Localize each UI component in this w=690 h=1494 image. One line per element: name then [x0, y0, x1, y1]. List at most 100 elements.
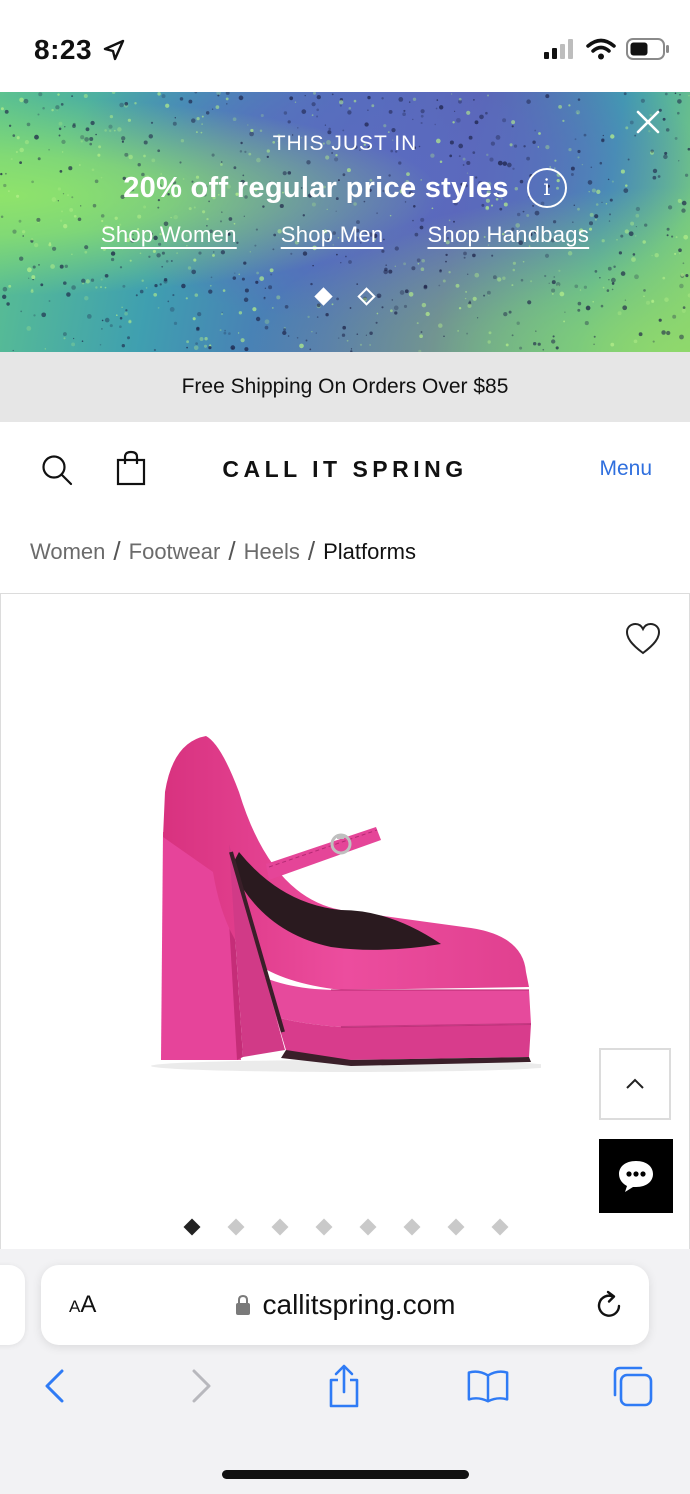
- promo-speckle-dot: [316, 108, 320, 112]
- promo-speckle-dot: [577, 98, 581, 101]
- promo-speckle-dot: [230, 345, 236, 350]
- scroll-to-top-button[interactable]: [599, 1048, 671, 1120]
- share-button[interactable]: [322, 1364, 366, 1408]
- image-dot-4[interactable]: [315, 1218, 333, 1236]
- book-icon: [467, 1370, 509, 1403]
- promo-speckle-dot: [674, 252, 677, 255]
- promo-speckle-dot: [186, 346, 188, 349]
- forward-button[interactable]: [180, 1364, 224, 1408]
- promo-speckle-dot: [388, 269, 393, 274]
- reload-icon[interactable]: [593, 1289, 625, 1321]
- promo-speckle-dot: [157, 307, 160, 309]
- breadcrumb-women[interactable]: Women: [30, 539, 105, 565]
- image-dot-6[interactable]: [403, 1218, 421, 1236]
- promo-speckle-dot: [316, 316, 319, 318]
- promo-speckle-dot: [170, 216, 172, 219]
- promo-speckle-dot: [577, 308, 581, 312]
- promo-speckle-dot: [512, 261, 517, 265]
- promo-speckle-dot: [10, 158, 13, 161]
- promo-speckle-dot: [42, 107, 45, 110]
- image-dot-2[interactable]: [227, 1218, 245, 1236]
- promo-dot-2[interactable]: [357, 287, 376, 306]
- promo-speckle-dot: [206, 217, 209, 221]
- shop-men-link[interactable]: Shop Men: [281, 222, 384, 248]
- promo-title: 20% off regular price styles: [123, 171, 509, 204]
- promo-speckle-dot: [381, 306, 384, 309]
- promo-speckle-dot: [611, 277, 616, 283]
- promo-speckle-dot: [371, 104, 375, 108]
- promo-speckle-dot: [548, 282, 550, 284]
- product-image-platform-heel[interactable]: [151, 732, 541, 1077]
- promo-speckle-dot: [593, 343, 595, 346]
- promo-speckle-dot: [100, 278, 103, 281]
- promo-speckle-dot: [328, 127, 331, 131]
- promo-speckle-dot: [150, 121, 154, 124]
- promo-speckle-dot: [679, 334, 684, 340]
- chat-bubble-icon: [619, 1161, 653, 1192]
- promo-speckle-dot: [607, 266, 612, 271]
- promo-speckle-dot: [511, 120, 516, 125]
- breadcrumb-footwear[interactable]: Footwear: [129, 539, 221, 565]
- promo-dot-1[interactable]: [314, 287, 333, 306]
- shop-women-link[interactable]: Shop Women: [101, 222, 237, 248]
- promo-speckle-dot: [356, 283, 359, 285]
- promo-speckle-dot: [594, 270, 598, 273]
- tabs-button[interactable]: [610, 1364, 654, 1408]
- back-button[interactable]: [32, 1364, 76, 1408]
- image-dot-8[interactable]: [491, 1218, 509, 1236]
- promo-speckle-dot: [502, 276, 506, 280]
- promo-speckle-dot: [122, 248, 124, 250]
- promo-speckle-dot: [567, 251, 573, 256]
- promo-speckle-dot: [654, 253, 659, 258]
- tabs-icon: [613, 1366, 653, 1407]
- promo-speckle-dot: [574, 284, 579, 289]
- breadcrumb-heels[interactable]: Heels: [244, 539, 300, 565]
- promo-speckle-dot: [635, 213, 640, 218]
- promo-speckle-dot: [270, 273, 273, 276]
- image-dot-5[interactable]: [359, 1218, 377, 1236]
- shop-handbags-link[interactable]: Shop Handbags: [427, 222, 589, 248]
- promo-speckle-dot: [345, 255, 347, 258]
- promo-speckle-dot: [226, 103, 228, 105]
- chat-button[interactable]: [599, 1139, 673, 1213]
- image-dot-1[interactable]: [183, 1218, 201, 1236]
- promo-speckle-dot: [299, 343, 304, 349]
- promo-speckle-dot: [82, 282, 85, 285]
- promo-speckle-dot: [8, 124, 12, 127]
- promo-speckle-dot: [585, 305, 591, 311]
- promo-speckle-dot: [679, 283, 684, 289]
- promo-speckle-dot: [173, 321, 178, 326]
- promo-speckle-dot: [346, 339, 349, 342]
- promo-speckle-dot: [340, 262, 342, 264]
- promo-speckle-dot: [78, 164, 81, 166]
- promo-speckle-dot: [389, 214, 392, 217]
- promo-speckle-dot: [264, 319, 270, 325]
- promo-speckle-dot: [64, 126, 66, 128]
- promo-speckle-dot: [145, 287, 148, 289]
- promo-speckle-dot: [450, 93, 453, 95]
- image-dot-3[interactable]: [271, 1218, 289, 1236]
- previous-tab-peek[interactable]: [0, 1265, 25, 1345]
- heart-icon[interactable]: [625, 622, 661, 656]
- promo-speckle-dot: [473, 99, 475, 101]
- promo-speckle-dot: [284, 304, 289, 309]
- bookmarks-button[interactable]: [466, 1364, 510, 1408]
- promo-speckle-dot: [109, 324, 113, 328]
- promo-speckle-dot: [445, 253, 448, 257]
- promo-speckle-dot: [376, 212, 379, 215]
- promo-speckle-dot: [680, 273, 685, 277]
- promo-speckle-dot: [623, 92, 627, 96]
- promo-speckle-dot: [511, 284, 514, 287]
- promo-speckle-dot: [198, 251, 202, 255]
- info-icon[interactable]: i: [526, 168, 567, 208]
- promo-speckle-dot: [502, 161, 508, 166]
- promo-speckle-dot: [331, 93, 334, 96]
- image-dot-7[interactable]: [447, 1218, 465, 1236]
- promo-speckle-dot: [472, 253, 476, 258]
- promo-speckle-dot: [535, 330, 537, 332]
- promo-speckle-dot: [412, 97, 417, 101]
- menu-button[interactable]: Menu: [599, 457, 652, 481]
- promo-speckle-dot: [37, 157, 41, 161]
- site-logo[interactable]: CALL IT SPRING: [0, 456, 690, 483]
- address-bar[interactable]: AA callitspring.com: [41, 1265, 649, 1345]
